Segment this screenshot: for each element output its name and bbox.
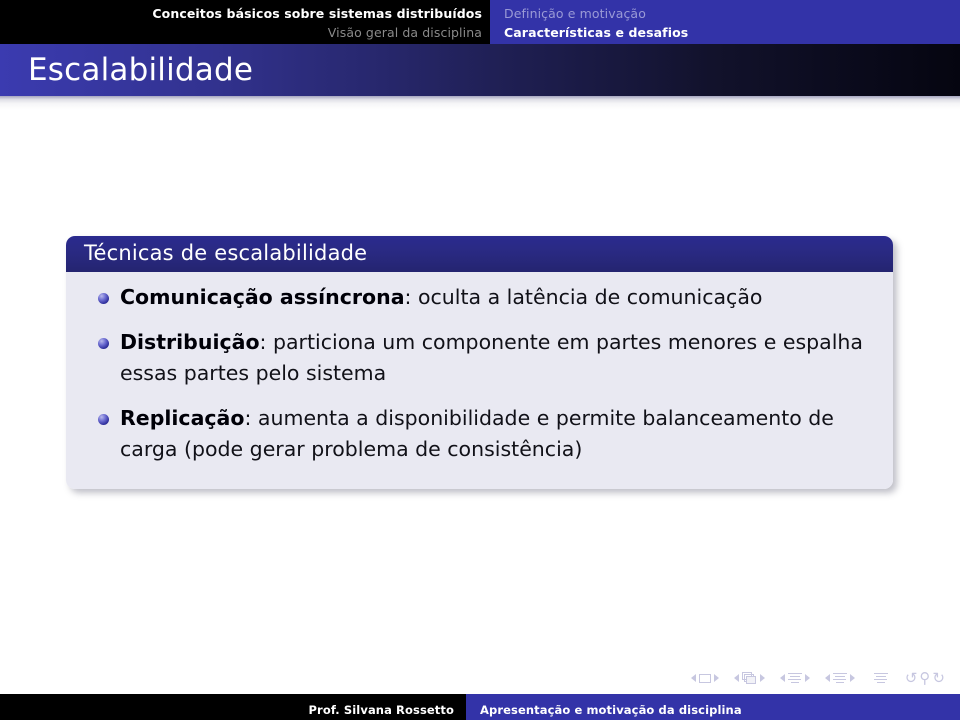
list-item: Comunicação assíncrona: oculta a latênci…: [76, 282, 871, 313]
next-subsection-icon[interactable]: [804, 674, 810, 682]
previous-subsection-icon[interactable]: [779, 674, 785, 682]
nav-group-subsection: [777, 672, 813, 684]
forward-icon[interactable]: ↻: [932, 671, 945, 686]
list-item-lead: Replicação: [120, 406, 245, 430]
next-frame-icon[interactable]: [759, 674, 765, 682]
bullet-icon: [98, 414, 109, 425]
frame-title-shadow: [0, 96, 960, 110]
nav-group-history: ↺ ⚲ ↻: [904, 671, 946, 686]
itemize-list: Comunicação assíncrona: oculta a latênci…: [76, 282, 871, 465]
back-icon[interactable]: ↺: [905, 671, 918, 686]
subsection-icon[interactable]: [787, 672, 802, 684]
next-slide-icon[interactable]: [713, 674, 719, 682]
nav-group-section: [822, 672, 858, 684]
list-item-text: oculta a latência de comunicação: [417, 285, 763, 309]
headline-subsection-active[interactable]: Características e desafios: [504, 23, 960, 42]
list-item-lead: Comunicação assíncrona: [120, 285, 405, 309]
search-icon[interactable]: ⚲: [919, 671, 930, 686]
beamer-navigation-symbols[interactable]: ↺ ⚲ ↻: [688, 669, 946, 687]
headline-subsection-inactive[interactable]: Definição e motivação: [504, 4, 960, 23]
nav-group-slide: [688, 673, 722, 683]
list-item-lead: Distribuição: [120, 330, 260, 354]
navigation-headline: Conceitos básicos sobre sistemas distrib…: [0, 0, 960, 44]
headline-section-left: Conceitos básicos sobre sistemas distrib…: [0, 0, 490, 44]
frame-title: Escalabilidade: [28, 52, 254, 88]
section-icon[interactable]: [832, 672, 847, 684]
nav-group-frame: [731, 672, 768, 684]
frame-title-bar: Escalabilidade: [0, 44, 960, 96]
bullet-icon: [98, 293, 109, 304]
list-item-separator: :: [259, 330, 273, 354]
list-item-separator: :: [244, 406, 258, 430]
footline-author-panel: Prof. Silvana Rossetto: [0, 694, 466, 720]
previous-section-icon[interactable]: [824, 674, 830, 682]
slide-icon[interactable]: [698, 673, 711, 683]
footline-author: Prof. Silvana Rossetto: [308, 703, 454, 717]
footline-subtitle-panel: Apresentação e motivação da disciplina: [466, 694, 960, 720]
list-item: Replicação: aumenta a disponibilidade e …: [76, 403, 871, 465]
list-item: Distribuição: particiona um componente e…: [76, 327, 871, 389]
previous-frame-icon[interactable]: [733, 674, 739, 682]
previous-slide-icon[interactable]: [690, 674, 696, 682]
nav-group-document: [873, 672, 888, 684]
next-section-icon[interactable]: [849, 674, 855, 682]
block-body: Comunicação assíncrona: oculta a latênci…: [66, 272, 893, 489]
block-title: Técnicas de escalabilidade: [66, 236, 893, 272]
headline-subsection-right: Definição e motivação Características e …: [490, 0, 960, 44]
footline-subtitle: Apresentação e motivação da disciplina: [480, 703, 742, 717]
headline-section-subtitle[interactable]: Visão geral da disciplina: [0, 23, 482, 42]
document-icon[interactable]: [873, 672, 888, 684]
content-block: Técnicas de escalabilidade Comunicação a…: [66, 236, 893, 489]
footline: Prof. Silvana Rossetto Apresentação e mo…: [0, 694, 960, 720]
frames-icon[interactable]: [741, 672, 757, 684]
list-item-separator: :: [404, 285, 418, 309]
headline-section-title[interactable]: Conceitos básicos sobre sistemas distrib…: [0, 4, 482, 23]
bullet-icon: [98, 338, 109, 349]
